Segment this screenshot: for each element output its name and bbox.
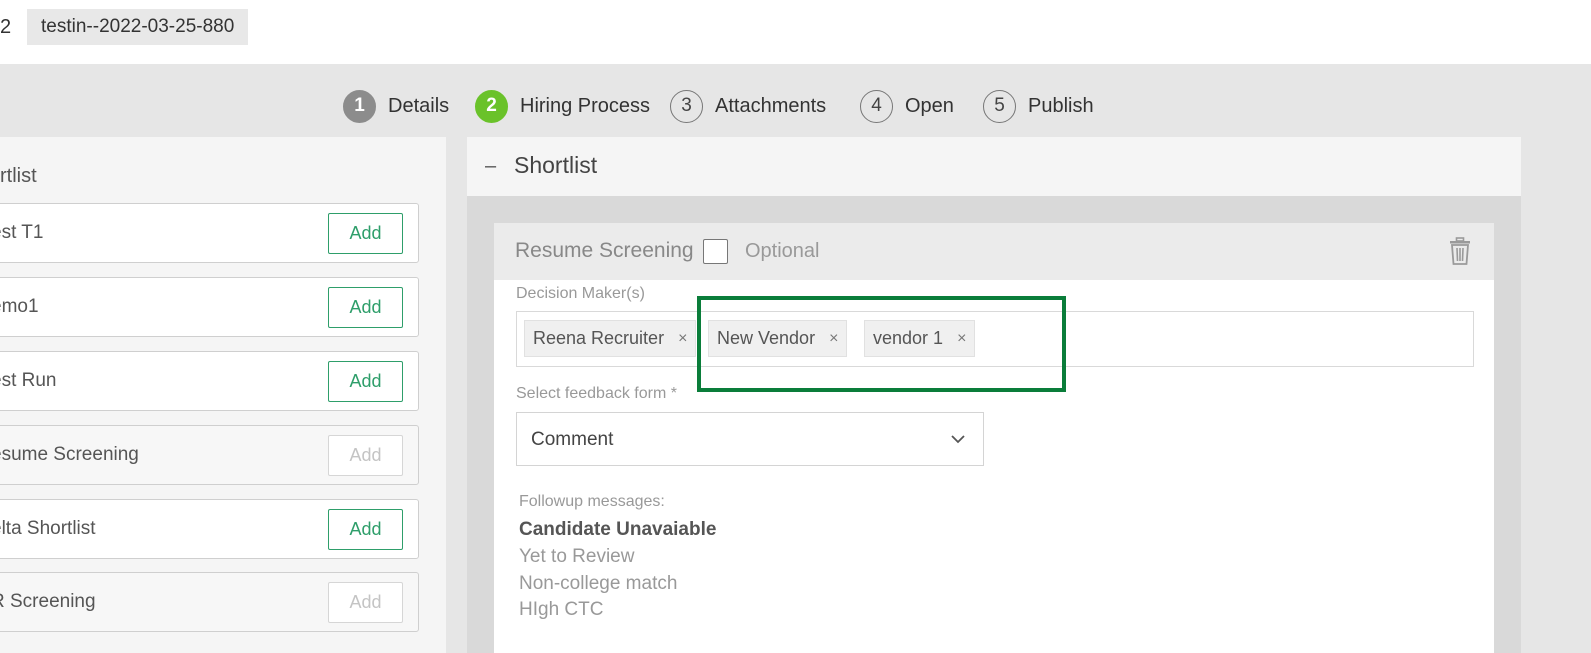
remove-tag-icon[interactable]: ×: [957, 330, 966, 348]
job-title-chip[interactable]: testin--2022-03-25-880: [27, 9, 249, 45]
stage-item-label: esume Screening: [0, 444, 139, 465]
decision-makers-input[interactable]: Reena Recruiter × New Vendor × vendor 1 …: [516, 311, 1474, 367]
step-label: Attachments: [715, 94, 827, 117]
step-number: 1: [343, 89, 376, 123]
add-stage-button[interactable]: Add: [328, 509, 403, 550]
stage-item-label: R Screening: [0, 591, 96, 612]
step-publish[interactable]: 5 Publish: [983, 88, 1094, 124]
panel-title: rtlist: [0, 165, 37, 187]
stage-item-label: elta Shortlist: [0, 518, 96, 539]
decision-maker-tag: Reena Recruiter ×: [524, 320, 697, 357]
chevron-down-icon: [951, 435, 965, 444]
decision-maker-tag: vendor 1 ×: [864, 320, 976, 357]
feedback-form-label: Select feedback form *: [516, 385, 677, 402]
followup-message[interactable]: HIgh CTC: [519, 599, 603, 621]
optional-label: Optional: [745, 240, 820, 262]
stage-item: esume Screening Add: [0, 425, 419, 485]
followup-message[interactable]: Candidate Unavaiable: [519, 519, 716, 541]
collapse-icon[interactable]: –: [485, 155, 496, 178]
stage-item: est T1 Add: [0, 203, 419, 263]
step-label: Open: [905, 94, 954, 117]
optional-checkbox[interactable]: [703, 239, 728, 264]
stage-item: est Run Add: [0, 351, 419, 411]
stage-title: Resume Screening: [515, 239, 694, 262]
stage-item: R Screening Add: [0, 572, 419, 632]
feedback-form-select[interactable]: Comment: [516, 412, 984, 466]
step-number: 2: [475, 89, 508, 123]
followup-message[interactable]: Non-college match: [519, 573, 677, 595]
stage-card: Resume Screening Optional Decision Maker…: [494, 223, 1494, 653]
step-open[interactable]: 4 Open: [860, 88, 954, 124]
shortlist-section: – Shortlist Resume Screening Optional De…: [467, 137, 1521, 653]
add-stage-button[interactable]: Add: [328, 213, 403, 254]
section-title: Shortlist: [514, 152, 598, 178]
followup-label: Followup messages:: [519, 493, 665, 510]
step-label: Publish: [1028, 94, 1094, 117]
section-header[interactable]: – Shortlist: [467, 137, 1521, 196]
step-number: 5: [983, 89, 1016, 123]
step-details[interactable]: 1 Details: [343, 88, 449, 124]
step-number: 3: [670, 89, 703, 123]
step-label: Hiring Process: [520, 94, 651, 117]
stage-library-panel: rtlist est T1 Add emo1 Add est Run Add e…: [0, 137, 446, 653]
feedback-form-value: Comment: [531, 429, 614, 450]
add-stage-button[interactable]: Add: [328, 361, 403, 402]
remove-tag-icon[interactable]: ×: [678, 330, 687, 348]
step-label: Details: [388, 94, 450, 117]
remove-tag-icon[interactable]: ×: [829, 330, 838, 348]
add-stage-button-disabled: Add: [328, 582, 403, 623]
step-attachments[interactable]: 3 Attachments: [670, 88, 826, 124]
top-bar: 2 testin--2022-03-25-880: [0, 0, 1591, 64]
step-hiring-process[interactable]: 2 Hiring Process: [475, 88, 650, 124]
job-id-prefix: 2: [0, 16, 12, 38]
add-stage-button-disabled: Add: [328, 435, 403, 476]
tag-label: Reena Recruiter: [533, 328, 665, 348]
stage-item-label: est Run: [0, 370, 57, 391]
stage-item: elta Shortlist Add: [0, 499, 419, 559]
add-stage-button[interactable]: Add: [328, 287, 403, 328]
decision-makers-label: Decision Maker(s): [516, 285, 645, 302]
decision-maker-tag: New Vendor ×: [708, 320, 848, 357]
tag-label: New Vendor: [717, 328, 816, 348]
stage-card-header: Resume Screening Optional: [494, 223, 1494, 280]
trash-icon[interactable]: [1448, 237, 1472, 265]
wizard-stepper: 1 Details 2 Hiring Process 3 Attachments…: [0, 88, 1591, 124]
step-number: 4: [860, 89, 893, 123]
stage-item-label: emo1: [0, 296, 39, 317]
stage-item: emo1 Add: [0, 277, 419, 337]
stage-item-label: est T1: [0, 222, 44, 243]
tag-label: vendor 1: [873, 328, 944, 348]
followup-message[interactable]: Yet to Review: [519, 546, 634, 568]
